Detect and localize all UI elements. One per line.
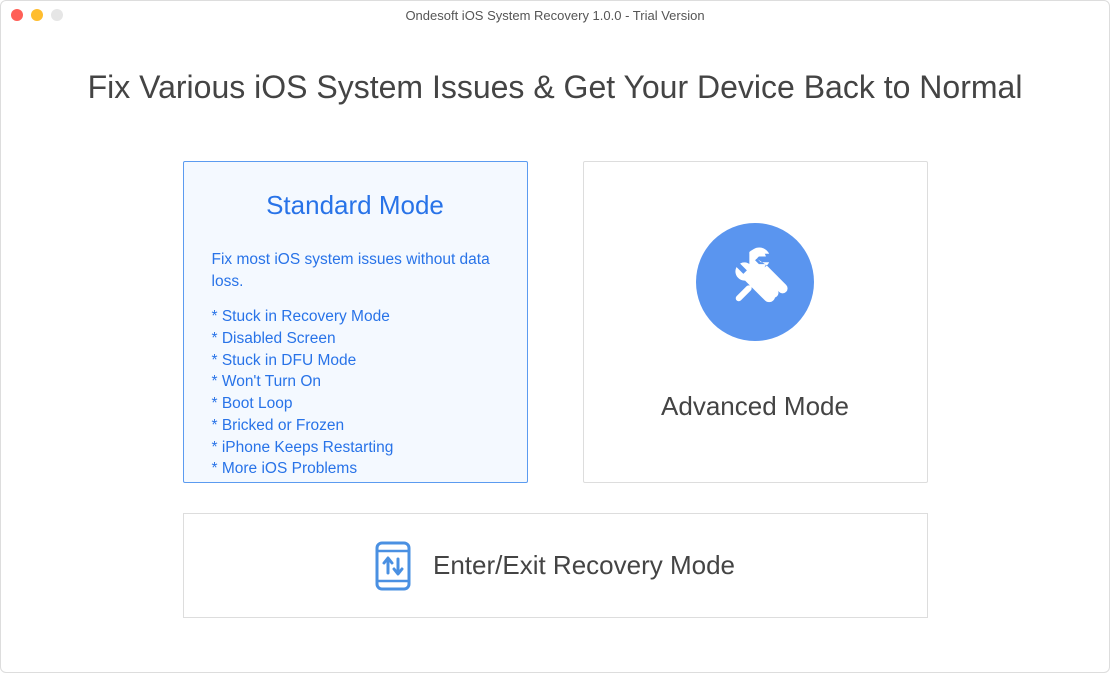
standard-mode-body: Fix most iOS system issues without data … [184, 249, 527, 480]
close-button[interactable] [11, 9, 23, 21]
phone-arrows-icon [375, 541, 411, 591]
standard-mode-card[interactable]: Standard Mode Fix most iOS system issues… [183, 161, 528, 483]
minimize-button[interactable] [31, 9, 43, 21]
standard-mode-issue-list: Stuck in Recovery Mode Disabled Screen S… [212, 306, 499, 480]
advanced-mode-title: Advanced Mode [661, 391, 849, 422]
maximize-button[interactable] [51, 9, 63, 21]
list-item: Boot Loop [212, 393, 499, 415]
window-title: Ondesoft iOS System Recovery 1.0.0 - Tri… [11, 8, 1099, 23]
standard-mode-title: Standard Mode [266, 190, 444, 221]
list-item: Disabled Screen [212, 328, 499, 350]
list-item: Stuck in DFU Mode [212, 350, 499, 372]
list-item: Bricked or Frozen [212, 415, 499, 437]
mode-cards-row: Standard Mode Fix most iOS system issues… [1, 161, 1109, 483]
list-item: iPhone Keeps Restarting [212, 437, 499, 459]
page-title: Fix Various iOS System Issues & Get Your… [1, 69, 1109, 106]
advanced-mode-card[interactable]: Advanced Mode [583, 161, 928, 483]
titlebar: Ondesoft iOS System Recovery 1.0.0 - Tri… [1, 1, 1109, 29]
standard-mode-description: Fix most iOS system issues without data … [212, 249, 499, 292]
window-controls [11, 9, 63, 21]
list-item: More iOS Problems [212, 458, 499, 480]
recovery-mode-title: Enter/Exit Recovery Mode [433, 550, 735, 581]
list-item: Stuck in Recovery Mode [212, 306, 499, 328]
tools-icon [696, 223, 814, 341]
list-item: Won't Turn On [212, 371, 499, 393]
recovery-mode-card[interactable]: Enter/Exit Recovery Mode [183, 513, 928, 618]
